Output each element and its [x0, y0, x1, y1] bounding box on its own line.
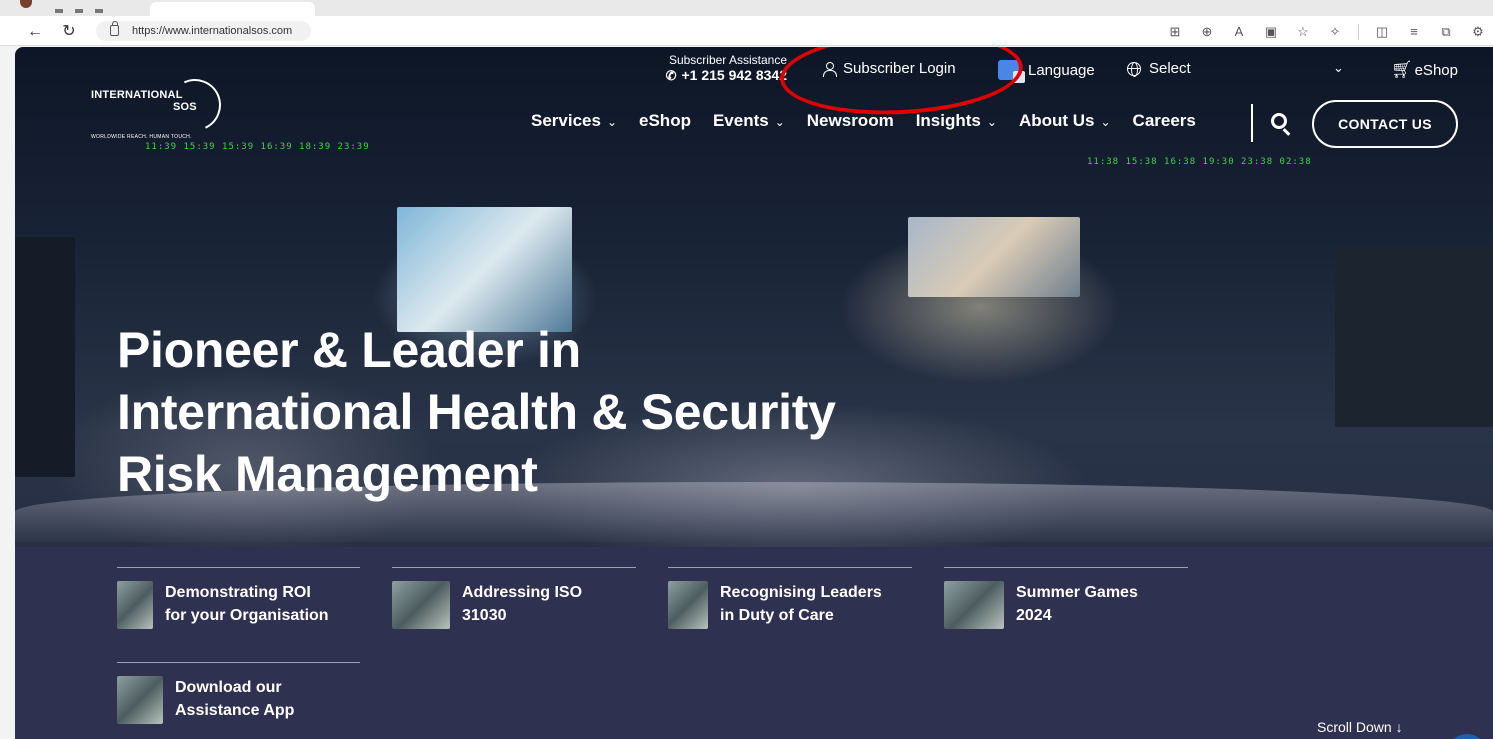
refresh-icon[interactable]: ↻ — [58, 21, 80, 43]
contact-us-button[interactable]: CONTACT US — [1312, 100, 1458, 148]
feature-thumbnail — [944, 581, 1004, 629]
read-aloud-icon[interactable]: A — [1230, 21, 1248, 43]
scroll-down-link[interactable]: Scroll Down ↓ — [1317, 719, 1403, 735]
select-label: Select — [1149, 60, 1191, 77]
language-label: Language — [1028, 61, 1095, 79]
subscriber-login-link[interactable]: Subscriber Login — [823, 60, 956, 77]
eshop-utility-link[interactable]: 🛒︎ eShop — [1391, 60, 1458, 80]
language-select-dropdown[interactable]: Select — [1127, 60, 1191, 77]
cart-icon: 🛒︎ — [1391, 60, 1413, 79]
globe-icon — [1127, 61, 1141, 77]
feature-thumbnail — [117, 581, 153, 629]
active-tab[interactable] — [150, 2, 315, 16]
chevron-down-icon: ⌄ — [986, 115, 997, 129]
search-icon[interactable] — [1271, 113, 1287, 129]
nav-divider — [1251, 104, 1253, 142]
extensions-icon[interactable]: ✧ — [1326, 21, 1344, 43]
lock-icon — [110, 21, 119, 36]
zoom-icon[interactable]: ⊕ — [1198, 21, 1216, 43]
chevron-down-icon: ⌄ — [606, 115, 618, 129]
chevron-down-icon: ⌄ — [1100, 115, 1111, 129]
tab-actions — [55, 0, 135, 13]
edge-extension-icon[interactable]: ⚙ — [1469, 21, 1487, 43]
nav-item-services[interactable]: Services ⌄ — [531, 111, 617, 131]
feature-link-summer-games[interactable]: Summer Games 2024 — [944, 567, 1188, 657]
monitor-right — [1335, 247, 1493, 427]
main-nav: Services ⌄ eShop Events ⌄ Newsroom Insight… — [531, 109, 1196, 133]
hero-title: Pioneer & Leader in International Health… — [117, 322, 836, 502]
feature-thumbnail — [668, 581, 708, 629]
nav-item-insights[interactable]: Insights ⌄ — [916, 111, 997, 131]
subscriber-assistance[interactable]: Subscriber Assistance ✆ +1 215 942 8342 — [655, 53, 787, 84]
video-screen-left — [397, 207, 572, 332]
video-screen-right — [908, 217, 1080, 297]
url-input[interactable]: https://www.internationalsos.com — [96, 21, 311, 41]
world-clock-left: 11:39 15:39 15:39 16:39 18:39 23:39 — [145, 142, 370, 152]
chevron-down-icon[interactable]: ⌄ — [1333, 60, 1344, 76]
web-page: 11:39 15:39 15:39 16:39 18:39 23:39 11:3… — [15, 47, 1493, 739]
toolbar-divider — [1358, 24, 1359, 40]
profile-avatar[interactable] — [20, 0, 32, 8]
logo-tagline: WORLDWIDE REACH. HUMAN TOUCH. — [91, 134, 192, 140]
feature-link-app[interactable]: Download our Assistance App — [117, 662, 360, 739]
monitor-left — [15, 237, 75, 477]
language-selector[interactable]: Language — [998, 60, 1095, 83]
favorites-list-icon[interactable]: ≡ — [1405, 21, 1423, 43]
feature-link-roi[interactable]: Demonstrating ROI for your Organisation — [117, 567, 360, 657]
assistance-label: Subscriber Assistance — [668, 53, 787, 67]
nav-item-newsroom[interactable]: Newsroom — [807, 111, 894, 131]
chevron-down-icon: ⌄ — [774, 115, 785, 129]
world-clock-right: 11:38 15:38 16:38 19:30 23:38 02:38 — [1087, 157, 1312, 167]
eshop-utility-label: eShop — [1414, 61, 1458, 79]
apps-icon[interactable]: ⊞ — [1166, 21, 1184, 43]
feature-link-iso[interactable]: Addressing ISO 31030 — [392, 567, 636, 657]
nav-item-careers[interactable]: Careers — [1133, 111, 1196, 131]
browser-toolbar: ⊞ ⊕ A ▣ ☆ ✧ ◫ ≡ ⧉ ⚙ — [1166, 21, 1493, 43]
split-screen-icon[interactable]: ◫ — [1373, 21, 1391, 43]
feature-link-leaders[interactable]: Recognising Leaders in Duty of Care — [668, 567, 912, 657]
nav-item-events[interactable]: Events ⌄ — [713, 111, 785, 131]
nav-item-about-us[interactable]: About Us ⌄ — [1019, 111, 1111, 131]
phone-icon: ✆ — [665, 68, 677, 83]
back-arrow-icon[interactable]: ← — [24, 21, 46, 43]
user-icon — [823, 61, 837, 77]
collections-icon[interactable]: ⧉ — [1437, 21, 1455, 43]
feature-thumbnail — [117, 676, 163, 724]
assistance-phone[interactable]: ✆ +1 215 942 8342 — [655, 67, 787, 84]
google-translate-icon — [998, 60, 1025, 83]
address-bar: ← ↻ https://www.internationalsos.com ⊞ ⊕… — [0, 16, 1493, 46]
feature-thumbnail — [392, 581, 450, 629]
tab-strip — [0, 0, 1493, 16]
utility-bar: Subscriber Assistance ✆ +1 215 942 8342 S… — [15, 47, 1493, 97]
nav-item-eshop[interactable]: eShop — [639, 111, 691, 131]
favorite-star-icon[interactable]: ☆ — [1294, 21, 1312, 43]
subscriber-login-label: Subscriber Login — [843, 60, 956, 77]
immersive-reader-icon[interactable]: ▣ — [1262, 21, 1280, 43]
